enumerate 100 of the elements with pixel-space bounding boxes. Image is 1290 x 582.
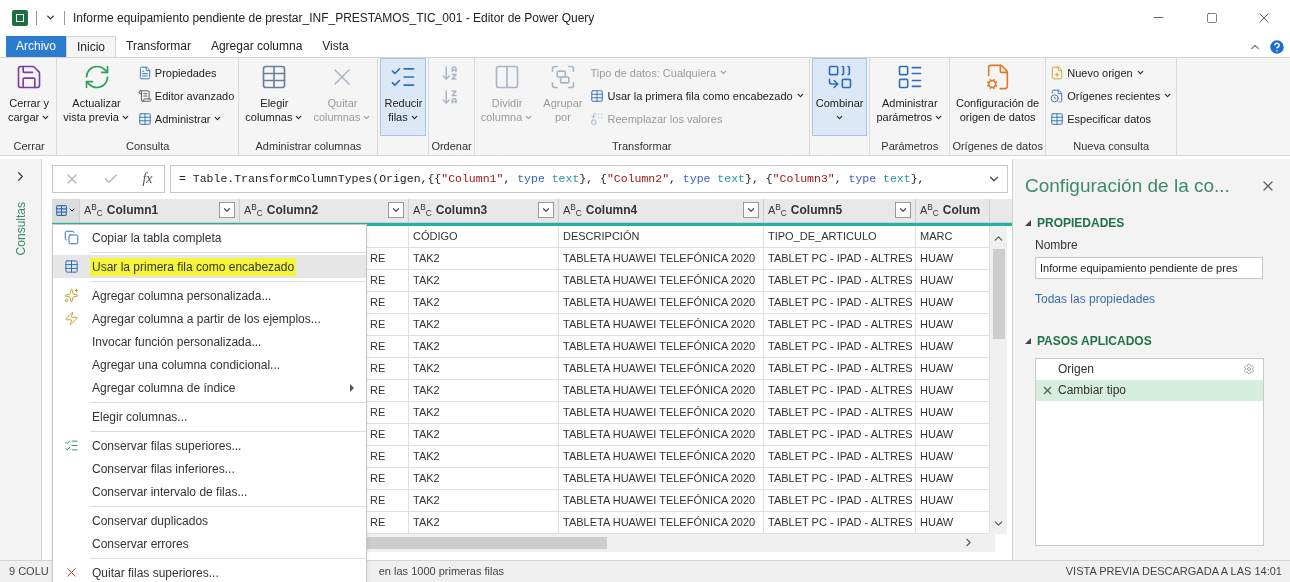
ribbon-tab[interactable]: Agregar columna [200,35,313,57]
group-label: Cerrar [13,138,45,154]
ribbon-button[interactable]: Actualizar vista previa [59,57,134,136]
table-cell-text: RE [370,339,386,355]
applied-step[interactable]: Cambiar tipo [1036,379,1263,401]
ribbon-button[interactable]: Combinar [811,57,868,136]
table-cell-text: HUAW [920,383,954,399]
column-header[interactable]: A$^{B}$$_{C}$ Column3 [409,198,559,222]
menu-label: Agregar columna personalizada... [91,287,273,305]
ribbon-small-button[interactable]: Administrar [135,107,237,130]
scroll-thumb[interactable] [367,536,607,549]
table-menu-button[interactable] [52,198,80,222]
group-label: Consulta [126,138,170,154]
button-label: Administrar [881,95,938,110]
ribbon-small-button[interactable]: Nuevo origen [1048,61,1175,84]
button-label: por [554,109,571,124]
table-cell-text: TABLETA HUAWEI TELEFÓNICA 2020 [563,493,756,509]
column-name: Column1 [106,202,160,220]
copy-icon [64,230,79,245]
table-cell-text: TAK2 [413,383,440,399]
ribbon-tab[interactable]: Archivo [6,35,66,57]
menu-item[interactable]: Agregar una columna condicional... [53,353,366,376]
table-cell-text: RE [370,405,386,421]
menu-item[interactable]: Agregar columna de índice [53,376,366,399]
pane-title: Configuración de la co... [1025,173,1231,198]
ribbon-small-button[interactable]: Especificar datos [1048,107,1175,130]
submenu-arrow-icon [350,383,354,392]
group-label: Transformar [612,138,672,154]
table-cell-text: TABLETA HUAWEI TELEFÓNICA 2020 [563,405,756,421]
function-button[interactable]: fx [142,168,153,190]
table-cell-text: TABLET PC - IPAD - ALTRES [768,471,913,487]
filter-dropdown[interactable] [895,202,911,219]
table-cell-text: RE [370,251,386,267]
menu-item[interactable]: Agregar columna personalizada... [53,284,366,307]
menu-item[interactable]: Conservar intervalo de filas... [53,480,366,503]
button-label: columnas [313,109,372,124]
menu-item[interactable]: Agregar columna a partir de los ejemplos... [53,307,366,330]
table-cell-text: TABLET PC - IPAD - ALTRES [768,449,913,465]
all-properties-link[interactable]: Todas las propiedades [1035,289,1276,308]
ribbon-small-button[interactable]: Usar la primera fila como encabezado [588,84,807,107]
menu-item[interactable]: Conservar errores [53,532,366,555]
menu-item[interactable]: Conservar duplicados [53,509,366,532]
ribbon-button[interactable]: Administrar parámetros [872,57,948,136]
queries-pane-label[interactable]: Consultas [11,201,30,256]
menu-item[interactable]: Quitar filas superiores... [53,561,366,582]
column-header[interactable]: A$^{B}$$_{C}$ Column4 [559,198,764,222]
table-cell-text: TABLET PC - IPAD - ALTRES [768,295,913,311]
column-header[interactable]: A$^{B}$$_{C}$ Colum [916,198,990,222]
scroll-thumb[interactable] [992,248,1005,339]
table-cell-text: TABLETA HUAWEI TELEFÓNICA 2020 [563,273,756,289]
table-cell-text: TABLETA HUAWEI TELEFÓNICA 2020 [563,295,756,311]
applied-step[interactable]: Origen [1036,358,1263,380]
menu-label: Elegir columnas... [91,408,189,426]
collapse-triangle-icon[interactable] [1025,337,1031,344]
menu-label: Usar la primera fila como encabezado [90,257,297,276]
step-label: Origen [1058,361,1096,379]
section-heading: PROPIEDADES [1037,214,1125,232]
button-label: columnas [245,109,304,124]
filter-dropdown[interactable] [538,202,554,219]
ribbon-small-button[interactable]: Orígenes recientes [1048,84,1175,107]
menu-label: Conservar intervalo de filas... [91,483,249,501]
table-cell-text: RE [370,383,386,399]
group-label: Administrar columnas [255,138,362,154]
column-header[interactable]: A$^{B}$$_{C}$ Column2 [240,198,409,222]
ribbon-button[interactable]: Configuración de origen de datos [952,57,1044,136]
table-cell-text: RE [370,295,386,311]
menu-label: Conservar filas inferiores... [91,460,236,478]
menu-item[interactable]: Usar la primera fila como encabezado [53,255,366,278]
filter-dropdown[interactable] [388,202,404,219]
name-field[interactable]: Informe equipamiento pendiente de pres [1035,256,1263,279]
menu-item[interactable]: Copiar la tabla completa [53,226,366,249]
ribbon-tab[interactable]: Inicio [66,35,117,57]
ribbon-tab[interactable]: Vista [312,35,359,57]
menu-item[interactable]: Conservar filas superiores... [53,434,366,457]
table-cell-text: HUAW [920,273,954,289]
table-cell-text: HUAW [920,515,954,531]
menu-item[interactable]: Invocar función personalizada... [53,330,366,353]
maximize-icon[interactable] [1206,11,1218,24]
ribbon-button[interactable]: Cerrar y cargar [4,57,55,136]
filter-dropdown[interactable] [743,202,759,219]
formula-field[interactable]: = Table.TransformColumnTypes(Origen,{{"Column1", type text}, {"Column2", type text}, {"Column3", type text}, [170,164,1008,193]
ribbon-small-button[interactable]: Propiedades [135,61,237,84]
table-cell-text: TABLETA HUAWEI TELEFÓNICA 2020 [563,339,756,355]
filter-dropdown[interactable] [219,202,235,219]
vertical-scrollbar[interactable] [990,225,1007,534]
menu-item[interactable]: Conservar filas inferiores... [53,457,366,480]
column-header[interactable]: A$^{B}$$_{C}$ Column5 [764,198,916,222]
table-cell-text: TABLET PC - IPAD - ALTRES [768,427,913,443]
checklist-icon [64,438,79,453]
ribbon-tab[interactable]: Transformar [116,35,201,57]
column-name: Column5 [790,202,844,220]
collapse-triangle-icon[interactable] [1025,219,1031,226]
table-cell-text: TABLETA HUAWEI TELEFÓNICA 2020 [563,515,756,531]
ribbon-button[interactable]: Elegir columnas [241,57,308,136]
column-header[interactable]: A$^{B}$$_{C}$ Column1 [80,198,240,222]
table-cell-text: TAK2 [413,471,440,487]
menu-item[interactable]: Elegir columnas... [53,405,366,428]
ribbon-button[interactable]: Reducir filas [380,57,427,136]
ribbon-small-button[interactable]: Editor avanzado [135,84,237,107]
help-icon[interactable] [1268,37,1286,56]
